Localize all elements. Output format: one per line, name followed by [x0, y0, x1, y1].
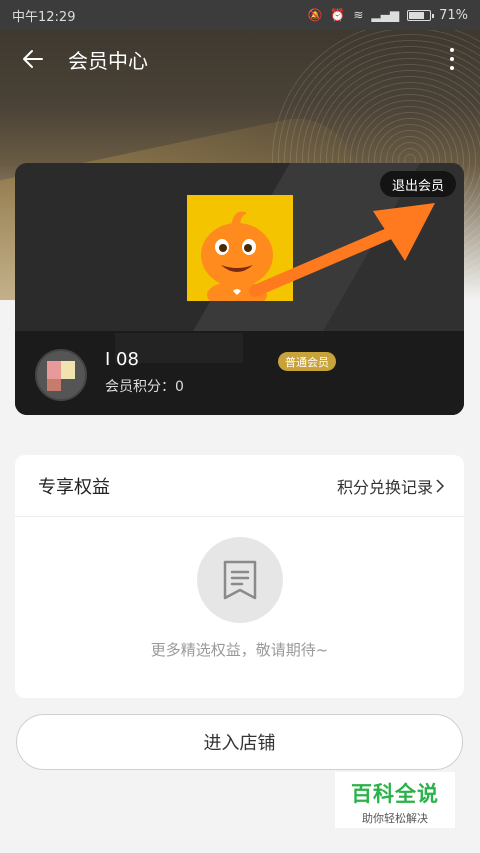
watermark-subtitle: 助你轻松解决	[362, 812, 428, 825]
status-bar: 中午12:29 🔕 ⏰ ≋ ▂▄▆ 71%	[0, 0, 480, 30]
member-points: 会员积分：0	[105, 379, 184, 395]
watermark-title: 百科全说	[351, 782, 439, 806]
points-exchange-record-link[interactable]: 积分兑换记录	[337, 474, 444, 498]
status-time: 中午12:29	[12, 9, 76, 25]
username: I 08	[105, 349, 139, 370]
watermark-logo: 百科全说 助你轻松解决	[335, 772, 455, 828]
alarm-icon: ⏰	[330, 8, 346, 22]
member-level-badge: 普通会员	[278, 352, 336, 371]
chevron-right-icon	[436, 478, 444, 493]
avatar[interactable]	[35, 349, 87, 401]
back-arrow-icon[interactable]	[18, 44, 48, 74]
more-options-icon[interactable]	[442, 44, 462, 74]
status-icons: 🔕 ⏰ ≋ ▂▄▆ 71%	[307, 8, 468, 23]
wifi-icon: ≋	[353, 8, 364, 22]
points-exchange-record-label: 积分兑换记录	[336, 477, 433, 497]
mute-icon: 🔕	[307, 8, 323, 22]
enter-store-button[interactable]: 进入店铺	[16, 714, 463, 770]
page-title: 会员中心	[68, 48, 148, 73]
benefits-title: 专享权益	[38, 476, 110, 498]
annotation-arrow	[249, 203, 435, 297]
bookmark-icon	[197, 537, 283, 623]
empty-state-text: 更多精选权益，敬请期待~	[150, 641, 329, 659]
battery-level: 71%	[439, 7, 468, 23]
top-navigation: 会员中心	[0, 30, 480, 88]
signal-icon: ▂▄▆	[371, 8, 400, 22]
quit-membership-button[interactable]: 退出会员	[379, 171, 456, 197]
benefits-header: 专享权益 积分兑换记录	[15, 455, 464, 517]
benefits-panel: 专享权益 积分兑换记录 更多精选权益，敬请期待~	[15, 455, 464, 698]
member-card: 退出会员 I 08 普通会员 会员积分：0	[15, 163, 464, 415]
battery-icon	[407, 9, 435, 21]
